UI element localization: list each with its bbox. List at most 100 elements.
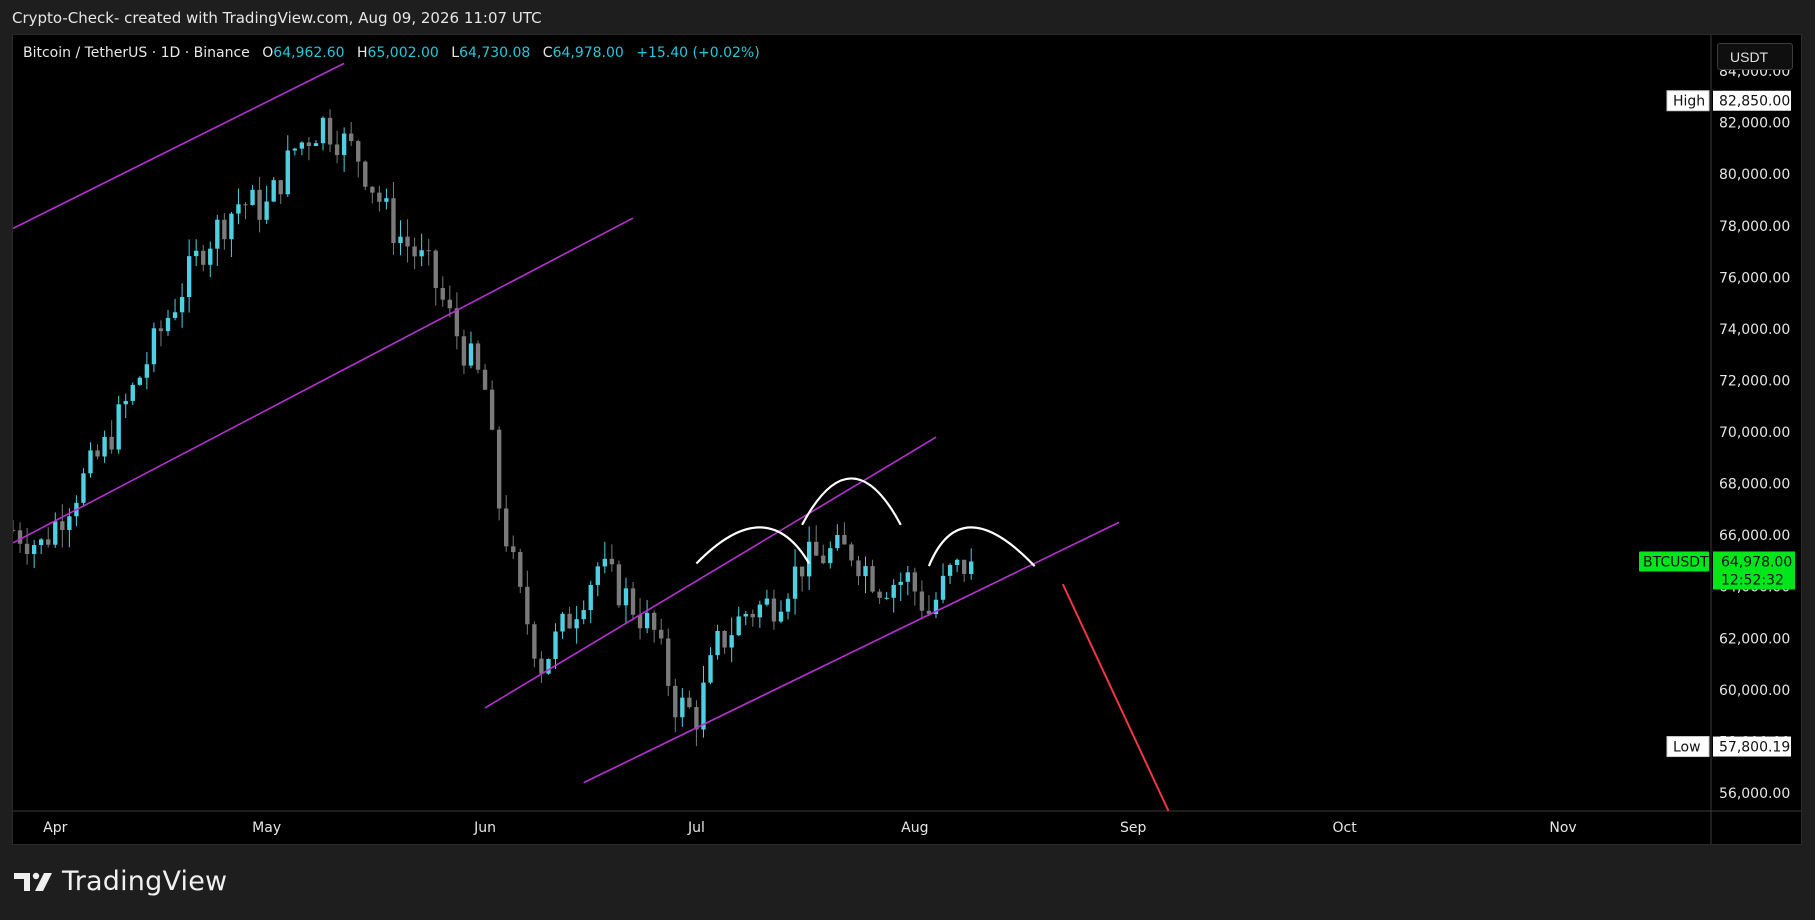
y-tick-label: 80,000.00 <box>1719 167 1790 183</box>
candle-body <box>137 377 143 385</box>
x-tick-label: Jul <box>687 820 705 836</box>
candle-body <box>694 707 699 730</box>
candle-body <box>454 308 460 337</box>
candle-body <box>461 336 467 366</box>
candle-body <box>581 610 586 620</box>
symbol-title[interactable]: Bitcoin / TetherUS · 1D · Binance <box>23 45 250 61</box>
last-price-symbol-tag[interactable]: BTCUSDT <box>1639 551 1709 572</box>
candle-body <box>419 250 424 257</box>
candle-body <box>405 236 410 247</box>
candle-body <box>729 635 734 648</box>
candle-body <box>496 429 502 509</box>
candle-body <box>341 133 347 156</box>
candle-body <box>799 566 805 577</box>
candle-body <box>67 516 72 530</box>
candle-body <box>31 545 37 555</box>
candle-body <box>38 539 44 546</box>
candle-body <box>236 204 241 214</box>
tradingview-logo[interactable]: TradingView <box>14 866 227 897</box>
currency-selector[interactable]: USDT <box>1717 43 1793 70</box>
x-tick-label: Oct <box>1333 820 1358 836</box>
y-tick-label: 60,000.00 <box>1719 683 1790 699</box>
y-tick-label: 68,000.00 <box>1719 477 1790 493</box>
chart-panel[interactable]: 56,000.0058,000.0060,000.0062,000.0064,0… <box>12 34 1802 845</box>
candle-body <box>567 613 572 629</box>
candle-body <box>532 624 537 659</box>
close-value: 64,978.00 <box>552 45 624 61</box>
candle-body <box>17 530 23 544</box>
candle-body <box>440 288 445 300</box>
pattern-arc[interactable] <box>695 526 811 565</box>
candle-body <box>158 328 164 332</box>
x-tick-label: May <box>252 820 281 836</box>
candle-body <box>884 597 889 599</box>
x-tick-label: Sep <box>1120 820 1147 836</box>
candle-body <box>842 534 847 545</box>
candle-body <box>525 586 530 625</box>
last-price-value-tag: 64,978.00 12:52:32 <box>1713 551 1795 590</box>
channel-line[interactable] <box>13 62 345 230</box>
candle-body <box>313 143 319 146</box>
high-key: H <box>357 45 368 61</box>
candle-body <box>764 598 770 605</box>
candle-body <box>511 546 516 553</box>
candle-body <box>595 566 600 585</box>
candle-body <box>553 631 558 659</box>
candle-body <box>644 612 650 629</box>
candle-body <box>46 539 51 545</box>
candle-body <box>905 572 910 582</box>
y-tick-label: 62,000.00 <box>1719 631 1790 647</box>
low-marker-value: 57,800.19 <box>1719 740 1790 756</box>
axes-layer: 56,000.0058,000.0060,000.0062,000.0064,0… <box>13 35 1801 844</box>
candle-body <box>60 521 65 530</box>
candle-body <box>299 142 305 149</box>
projection-line[interactable] <box>1061 583 1170 812</box>
candle-body <box>102 436 107 457</box>
candle-body <box>208 248 213 265</box>
candle-body <box>539 658 544 674</box>
y-tick-label: 82,000.00 <box>1719 116 1790 132</box>
candle-body <box>201 250 206 265</box>
x-tick-label: Apr <box>43 820 67 836</box>
change-value: +15.40 (+0.02%) <box>636 45 760 61</box>
candle-body <box>919 591 925 611</box>
pattern-arc[interactable] <box>927 526 1036 567</box>
y-tick-label: 74,000.00 <box>1719 322 1790 338</box>
close-key: C <box>542 45 553 61</box>
candle-body <box>835 534 840 549</box>
candle-body <box>666 638 671 686</box>
candle-body <box>81 473 86 503</box>
chart-caption: Crypto-Check- created with TradingView.c… <box>12 9 542 27</box>
candle-body <box>849 544 854 561</box>
low-key: L <box>451 45 460 61</box>
candle-body <box>292 148 298 151</box>
candle-body <box>186 256 192 298</box>
y-tick-label: 66,000.00 <box>1719 528 1790 544</box>
candle-body <box>264 201 269 220</box>
drawings-layer <box>13 62 1170 812</box>
open-key: O <box>262 45 274 61</box>
candle-body <box>560 613 565 632</box>
candle-body <box>13 529 16 531</box>
candle-body <box>630 588 636 615</box>
candle-body <box>391 198 396 244</box>
symbol-legend: Bitcoin / TetherUS · 1D · Binance O64,96… <box>23 45 760 61</box>
candle-body <box>165 317 171 332</box>
candle-body <box>363 161 368 187</box>
x-tick-label: Jun <box>473 820 496 836</box>
candle-body <box>243 204 248 206</box>
candle-body <box>701 682 706 730</box>
candle-body <box>482 369 488 390</box>
channel-line[interactable] <box>13 217 634 544</box>
candle-body <box>130 384 135 401</box>
brand-name: TradingView <box>62 866 228 897</box>
candle-body <box>475 343 481 370</box>
candlestick-chart[interactable]: 56,000.0058,000.0060,000.0062,000.0064,0… <box>13 35 1802 845</box>
candle-body <box>609 558 615 565</box>
candle-body <box>785 598 791 612</box>
pattern-arc[interactable] <box>801 477 902 526</box>
candle-body <box>398 236 403 244</box>
candle-body <box>891 584 896 598</box>
candle-body <box>447 299 453 309</box>
candle-body <box>856 560 861 577</box>
